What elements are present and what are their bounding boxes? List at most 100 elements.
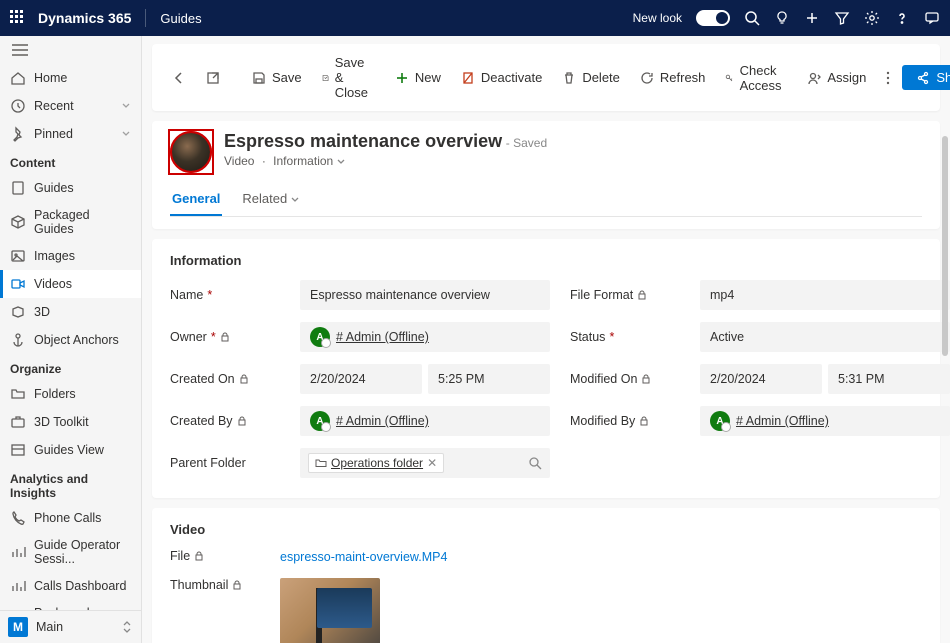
chat-icon[interactable] (924, 10, 940, 26)
form-selector[interactable]: Information (273, 154, 344, 168)
nav-guide-operator[interactable]: Guide Operator Sessi... (0, 532, 141, 572)
nav-folders[interactable]: Folders (0, 380, 141, 408)
nav-guides[interactable]: Guides (0, 174, 141, 202)
cmd-label: Share (936, 70, 950, 85)
chart-icon (10, 544, 26, 560)
remove-tag-icon[interactable]: ✕ (427, 456, 437, 470)
owner-link[interactable]: # Admin (Offline) (336, 330, 429, 344)
entity-type: Video (224, 154, 254, 168)
nav-packaged-guides-op[interactable]: Packaged Guides Op... (0, 600, 141, 610)
modified-by-link[interactable]: # Admin (Offline) (736, 414, 829, 428)
overflow-button[interactable] (878, 66, 898, 90)
save-close-button[interactable]: Save & Close (314, 50, 383, 105)
plus-icon[interactable] (804, 10, 820, 26)
delete-button[interactable]: Delete (554, 65, 628, 90)
field-parent-folder[interactable]: Operations folder ✕ (300, 448, 550, 478)
nav-calls-dashboard[interactable]: Calls Dashboard (0, 572, 141, 600)
new-look-toggle[interactable] (696, 10, 730, 26)
field-status[interactable]: Active (700, 322, 950, 352)
area-switcher[interactable]: M Main (0, 610, 141, 643)
nav-home[interactable]: Home (0, 64, 141, 92)
scrollbar[interactable] (942, 136, 948, 356)
section-title: Video (170, 522, 922, 537)
cube-icon (10, 304, 26, 320)
label-modified-by: Modified By (570, 414, 680, 428)
module-label: Guides (160, 11, 201, 26)
tab-related[interactable]: Related (240, 185, 300, 216)
lightbulb-icon[interactable] (774, 10, 790, 26)
search-icon[interactable] (528, 456, 542, 470)
lock-icon (237, 416, 247, 426)
field-created-on: 2/20/20245:25 PM (300, 364, 550, 394)
saved-indicator: - Saved (506, 136, 547, 150)
arrow-left-icon (172, 71, 186, 85)
label-name: Name * (170, 288, 280, 302)
pin-icon (10, 126, 26, 142)
nav-label: Recent (34, 99, 74, 113)
nav-label: Folders (34, 387, 76, 401)
area-label: Main (36, 620, 63, 634)
nav-videos[interactable]: Videos (0, 270, 141, 298)
nav-guides-view[interactable]: Guides View (0, 436, 141, 464)
filter-icon[interactable] (834, 10, 850, 26)
main-area: Save Save & Close New Deactivate Delete … (142, 36, 950, 643)
area-initial: M (8, 617, 28, 637)
nav-label: Guide Operator Sessi... (34, 538, 131, 566)
nav-phone-calls[interactable]: Phone Calls (0, 504, 141, 532)
refresh-button[interactable]: Refresh (632, 65, 714, 90)
nav-object-anchors[interactable]: Object Anchors (0, 326, 141, 354)
record-header-card: Espresso maintenance overview - Saved Vi… (152, 121, 940, 229)
help-icon[interactable] (894, 10, 910, 26)
list-icon (10, 442, 26, 458)
tab-general[interactable]: General (170, 185, 222, 216)
nav-3d[interactable]: 3D (0, 298, 141, 326)
package-icon (10, 214, 26, 230)
field-created-by: A# Admin (Offline) (300, 406, 550, 436)
nav-label: Images (34, 249, 75, 263)
back-button[interactable] (164, 66, 194, 90)
check-access-button[interactable]: Check Access (717, 58, 795, 98)
lock-icon (641, 374, 651, 384)
field-name[interactable]: Espresso maintenance overview (300, 280, 550, 310)
nav-recent[interactable]: Recent (0, 92, 141, 120)
gear-icon[interactable] (864, 10, 880, 26)
lookup-tag[interactable]: Operations folder ✕ (308, 453, 444, 473)
popout-icon (206, 71, 220, 85)
deactivate-button[interactable]: Deactivate (453, 65, 550, 90)
brand-label: Dynamics 365 (38, 10, 131, 26)
nav-label: 3D Toolkit (34, 415, 89, 429)
chart-icon (10, 578, 26, 594)
thumbnail-image[interactable] (280, 578, 380, 643)
new-button[interactable]: New (387, 65, 449, 90)
label-file: File (170, 549, 280, 563)
assign-icon (807, 71, 821, 85)
cmd-label: Assign (827, 70, 866, 85)
deactivate-icon (461, 71, 475, 85)
label-parent-folder: Parent Folder (170, 456, 280, 470)
nav-images[interactable]: Images (0, 242, 141, 270)
chevron-down-icon (121, 129, 131, 139)
open-new-window-button[interactable] (198, 66, 228, 90)
created-by-link[interactable]: # Admin (Offline) (336, 414, 429, 428)
record-image[interactable] (170, 131, 212, 173)
save-icon (252, 71, 266, 85)
nav-label: Videos (34, 277, 72, 291)
label-file-format: File Format (570, 288, 680, 302)
search-icon[interactable] (744, 10, 760, 26)
field-modified-by: A# Admin (Offline) (700, 406, 950, 436)
field-owner[interactable]: A# Admin (Offline) (300, 322, 550, 352)
app-launcher-icon[interactable] (10, 10, 26, 26)
nav-packaged-guides[interactable]: Packaged Guides (0, 202, 141, 242)
hamburger-icon[interactable] (0, 36, 141, 64)
label-modified-on: Modified On (570, 372, 680, 386)
cmd-label: Refresh (660, 70, 706, 85)
share-button[interactable]: Share (902, 65, 950, 90)
command-bar: Save Save & Close New Deactivate Delete … (152, 44, 940, 111)
nav-3d-toolkit[interactable]: 3D Toolkit (0, 408, 141, 436)
file-link[interactable]: espresso-maint-overview.MP4 (280, 550, 447, 564)
nav-label: Home (34, 71, 67, 85)
save-button[interactable]: Save (244, 65, 310, 90)
nav-pinned[interactable]: Pinned (0, 120, 141, 148)
chevron-down-icon (121, 101, 131, 111)
assign-button[interactable]: Assign (799, 65, 874, 90)
